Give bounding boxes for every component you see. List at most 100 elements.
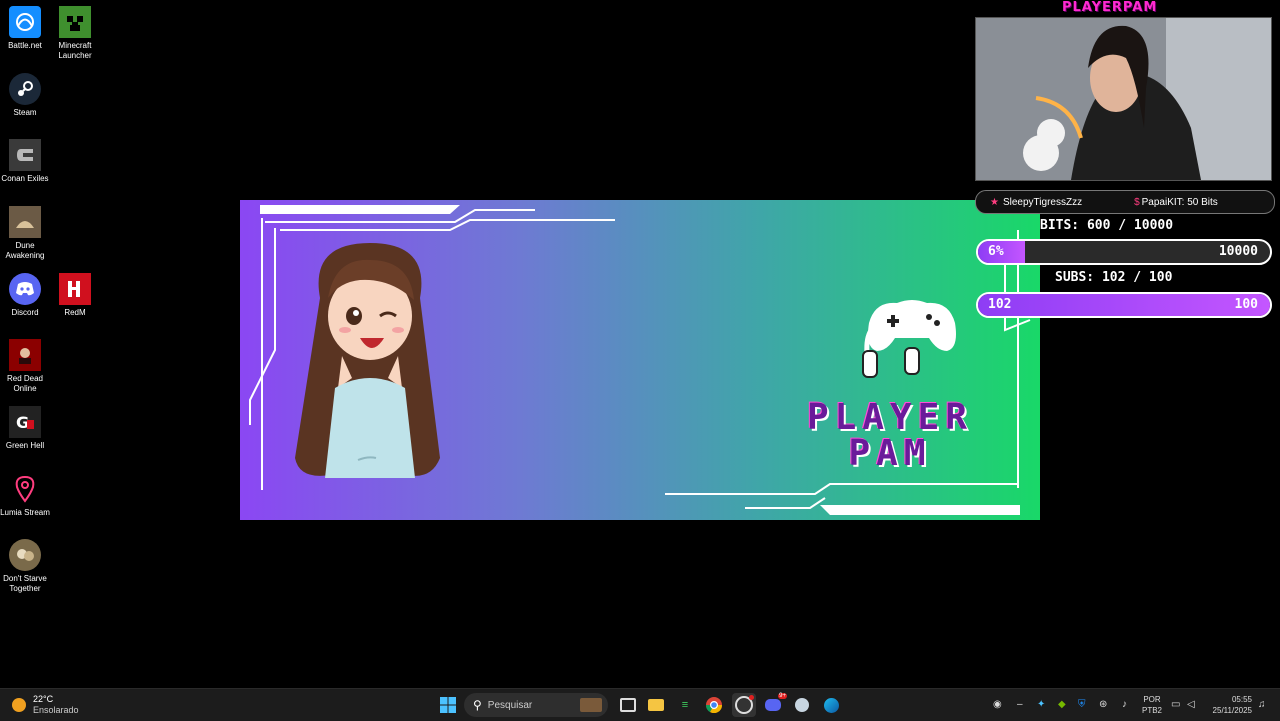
tray-discord-icon[interactable]: ◉ <box>993 699 1002 710</box>
desktop-icon-redm[interactable]: RedM <box>50 273 100 318</box>
battlenet-icon <box>9 6 41 38</box>
start-button[interactable] <box>436 693 460 717</box>
discord-taskbar-icon <box>765 699 781 711</box>
webcam-title: PLAYERPAM <box>1062 0 1158 15</box>
desktop-icon-label: Dune Awakening <box>5 241 45 260</box>
weather-temp: 22°C <box>33 694 54 704</box>
recent-bits: PapaiKIT: 50 Bits <box>1141 196 1218 208</box>
green-hell-icon: G <box>9 406 41 438</box>
desktop-icon-lumia[interactable]: Lumia Stream <box>0 473 50 518</box>
volume-icon[interactable]: ◁ <box>1187 699 1195 710</box>
minecraft-icon <box>59 6 91 38</box>
bits-goal-bar: 6% 10000 <box>976 239 1272 265</box>
weather-widget[interactable]: 22°C Ensolarado <box>33 694 79 716</box>
desktop-icon-label: Red Dead Online <box>6 374 44 393</box>
redm-icon <box>59 273 91 305</box>
tray-steam-icon[interactable]: ⊛ <box>1099 699 1107 710</box>
search-highlight-icon <box>580 698 602 712</box>
discord-taskbar-button[interactable]: 9+ <box>761 693 787 717</box>
weather-sun-icon[interactable] <box>12 698 26 712</box>
webcam-person-image <box>976 18 1271 180</box>
webcam-feed <box>975 17 1272 181</box>
desktop-icon-steam[interactable]: Steam <box>0 73 50 118</box>
tray-bluetooth-icon[interactable]: ✦ <box>1037 699 1045 710</box>
recent-follower: SleepyTigressZzz <box>1002 196 1083 208</box>
terminal-button[interactable]: ≡ <box>673 693 697 717</box>
language-line2: PTB2 <box>1142 706 1163 715</box>
dont-starve-icon <box>9 539 41 571</box>
desktop-icon-red-dead[interactable]: Red Dead Online <box>0 339 50 394</box>
brand-line-1: PLAYER <box>806 397 974 438</box>
recording-dot-icon <box>749 695 754 700</box>
subs-goal-progress: 102 <box>988 297 1012 312</box>
taskbar-search[interactable]: ⚲ Pesquisar <box>464 693 608 717</box>
bits-goal-label: BITS: 600 / 10000 <box>1040 218 1174 233</box>
desktop-icons: Battle.net Minecraft Launcher Steam Cona… <box>0 0 100 688</box>
tray-mic-icon[interactable]: ♪ <box>1122 699 1127 710</box>
desktop-icon-dont-starve[interactable]: Don't Starve Together <box>0 539 50 594</box>
bits-goal-target: 10000 <box>1218 244 1258 259</box>
recent-events-bar: ★ SleepyTigressZzz $ PapaiKIT: 50 Bits <box>975 190 1275 214</box>
clock-time: 05:55 <box>1231 695 1252 704</box>
desktop-icon-label: Lumia Stream <box>0 508 50 517</box>
conan-exiles-icon <box>9 139 41 171</box>
dune-awakening-icon <box>9 206 41 238</box>
tray-minus-icon[interactable]: – <box>1017 699 1023 710</box>
terminal-icon: ≡ <box>681 699 689 711</box>
desktop-icon-dune[interactable]: Dune Awakening <box>0 206 50 261</box>
chrome-button[interactable] <box>702 693 726 717</box>
desktop-icon-label: Minecraft Launcher <box>58 41 92 60</box>
desktop-icon-label: Don't Starve Together <box>3 574 47 593</box>
search-icon: ⚲ <box>473 698 482 712</box>
steam-taskbar-icon <box>795 698 809 712</box>
desktop-icon-minecraft[interactable]: Minecraft Launcher <box>50 6 100 61</box>
file-explorer-button[interactable] <box>644 693 668 717</box>
stream-banner: PLAYER PAM <box>240 200 1040 520</box>
language-indicator[interactable]: POR PTB2 <box>1142 694 1162 716</box>
obs-button[interactable] <box>732 693 756 717</box>
desktop-icon-label: Steam <box>13 108 37 117</box>
desktop-icon-conan-exiles[interactable]: Conan Exiles <box>0 139 50 184</box>
chrome-icon <box>706 697 722 713</box>
gamepad-headphones-icon <box>862 300 956 378</box>
folder-icon <box>648 699 664 711</box>
desktop-icon-discord[interactable]: Discord <box>0 273 50 318</box>
steam-taskbar-button[interactable] <box>790 693 814 717</box>
dollar-icon: $ <box>1134 196 1140 208</box>
desktop-icon-label: Battle.net <box>8 41 42 50</box>
desktop-icon-label: Discord <box>11 308 39 317</box>
brand-logo-text: PLAYER PAM <box>775 400 1005 472</box>
network-icon[interactable]: ▭ <box>1171 699 1180 710</box>
clock[interactable]: 05:55 25/11/2025 <box>1206 694 1252 716</box>
weather-desc: Ensolarado <box>33 705 79 715</box>
windows-icon <box>440 697 456 713</box>
discord-icon <box>9 273 41 305</box>
desktop-icon-battlenet[interactable]: Battle.net <box>0 6 50 51</box>
desktop-icon-green-hell[interactable]: G Green Hell <box>0 406 50 451</box>
brand-line-2: PAM <box>848 433 932 474</box>
search-placeholder: Pesquisar <box>487 699 533 711</box>
clock-date: 25/11/2025 <box>1212 706 1252 715</box>
subs-goal-target: 100 <box>1234 297 1258 312</box>
desktop-icon-label: Conan Exiles <box>1 174 49 183</box>
taskbar: 22°C Ensolarado ⚲ Pesquisar ≡ 9+ ◉ – ✦ ◆… <box>0 688 1280 721</box>
bits-goal-progress: 6% <box>988 244 1004 259</box>
tray-security-icon[interactable]: ⛨ <box>1078 699 1086 710</box>
discord-badge: 9+ <box>778 693 787 699</box>
desktop-icon-label: RedM <box>64 308 86 317</box>
desktop-icon-label: Green Hell <box>5 441 45 450</box>
steam-icon <box>9 73 41 105</box>
red-dead-online-icon <box>9 339 41 371</box>
edge-button[interactable] <box>819 693 843 717</box>
tray-nvidia-icon[interactable]: ◆ <box>1058 699 1066 710</box>
notification-bell-icon[interactable]: ♫ <box>1258 699 1266 710</box>
subs-goal-label: SUBS: 102 / 100 <box>1055 270 1173 285</box>
avatar-illustration <box>295 243 440 478</box>
edge-icon <box>823 697 839 713</box>
lumia-stream-icon <box>9 473 41 505</box>
star-icon: ★ <box>990 196 999 208</box>
language-line1: POR <box>1143 695 1161 704</box>
task-view-icon <box>620 698 636 712</box>
subs-goal-bar: 102 100 <box>976 292 1272 318</box>
task-view-button[interactable] <box>616 693 640 717</box>
